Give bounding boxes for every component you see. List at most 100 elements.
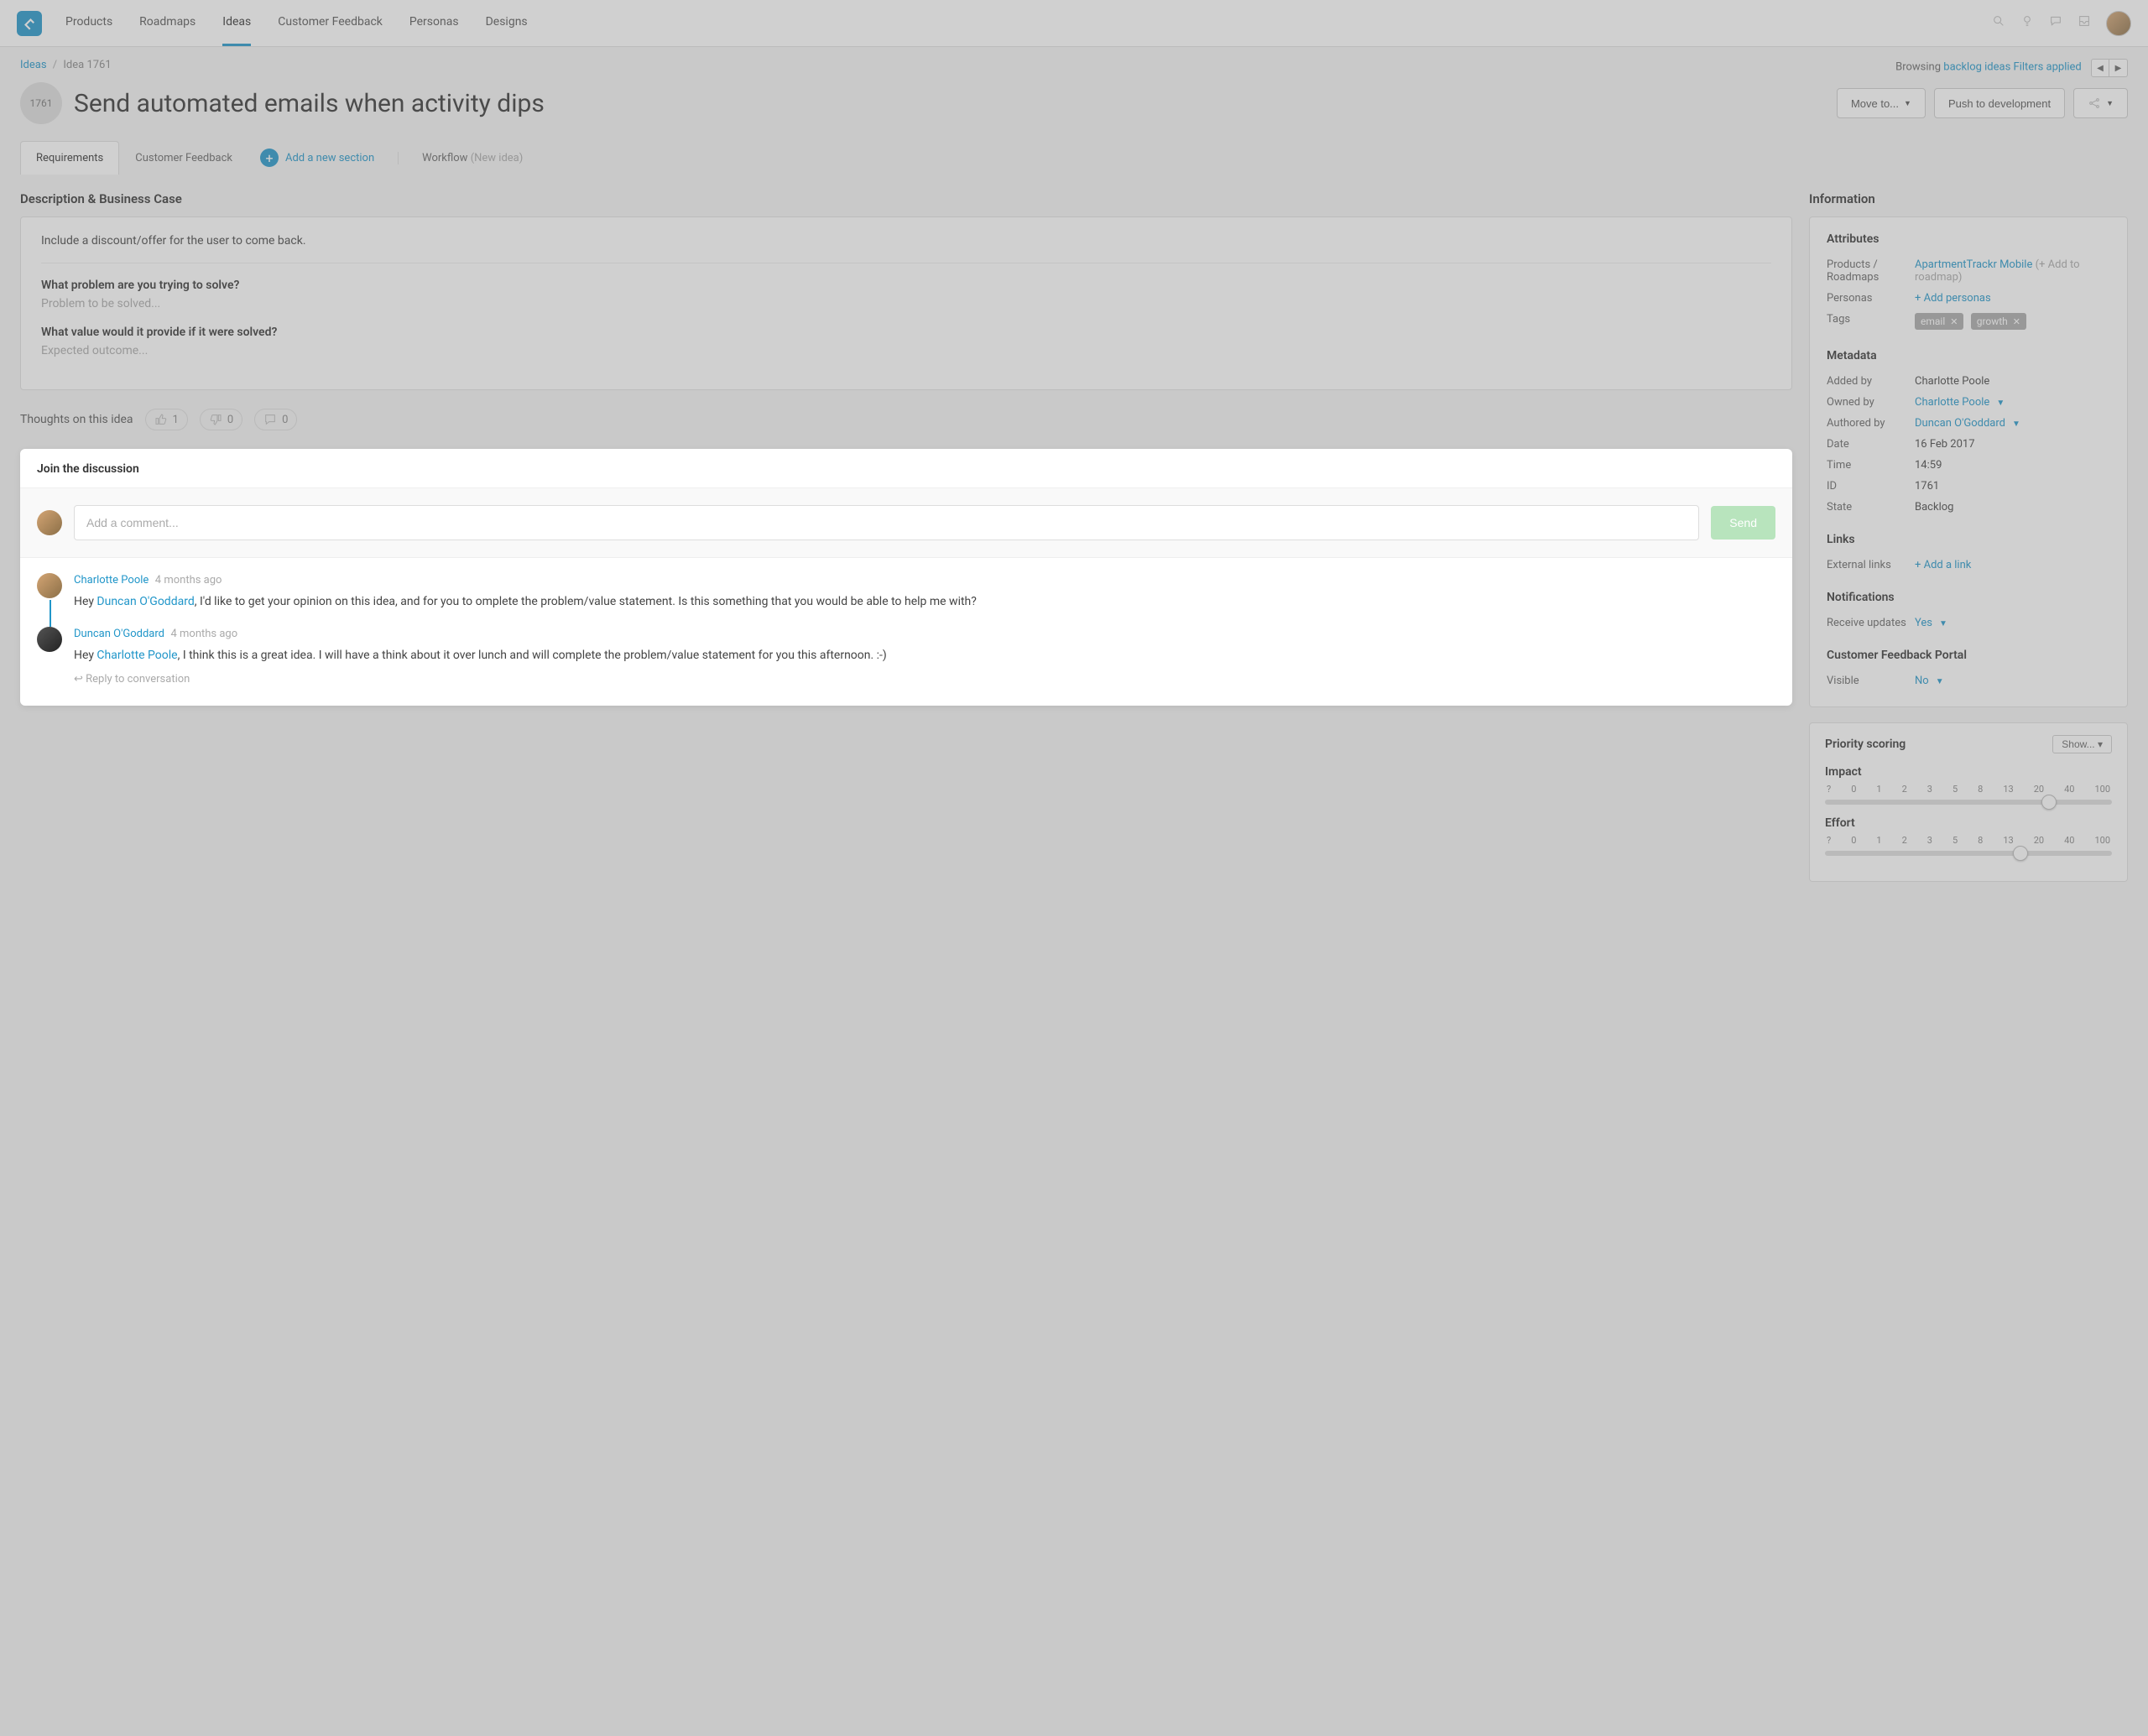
comments-count[interactable]: 0	[254, 409, 297, 430]
time-label: Time	[1827, 459, 1915, 472]
browsing-status: Browsing backlog ideas Filters applied ◀…	[1895, 59, 2128, 77]
reply-button[interactable]: ↩ Reply to conversation	[74, 673, 1775, 686]
comment-text: Hey Charlotte Poole, I think this is a g…	[74, 647, 1775, 665]
discussion-heading: Join the discussion	[20, 462, 1792, 487]
information-heading: Information	[1809, 191, 2128, 206]
thoughts-label: Thoughts on this idea	[20, 413, 133, 426]
notifications-heading: Notifications	[1827, 591, 2110, 604]
nav-designs[interactable]: Designs	[486, 0, 528, 46]
search-icon[interactable]	[1992, 14, 2005, 32]
comment-input[interactable]	[74, 505, 1699, 540]
comment-time: 4 months ago	[155, 574, 222, 586]
date-label: Date	[1827, 438, 1915, 451]
nav-items: Products Roadmaps Ideas Customer Feedbac…	[65, 0, 1992, 46]
value-question: What value would it provide if it were s…	[41, 326, 1771, 339]
pager-prev[interactable]: ◀	[2091, 59, 2109, 77]
add-link-button[interactable]: + Add a link	[1915, 559, 1971, 571]
comment-avatar	[37, 573, 62, 598]
tabs: Requirements Customer Feedback + Add a n…	[0, 141, 2148, 175]
idea-id-badge: 1761	[20, 82, 62, 124]
remove-tag-icon[interactable]: ✕	[1950, 316, 1958, 327]
state-label: State	[1827, 501, 1915, 514]
top-nav: Products Roadmaps Ideas Customer Feedbac…	[0, 0, 2148, 47]
state-value: Backlog	[1915, 501, 2110, 514]
tag-chip[interactable]: email✕	[1915, 313, 1963, 330]
user-avatar[interactable]	[2106, 11, 2131, 36]
receive-updates-label: Receive updates	[1827, 617, 1915, 629]
information-card: Attributes Products / Roadmaps Apartment…	[1809, 216, 2128, 707]
discussion-panel: Join the discussion Send Charlotte Poole…	[20, 449, 1792, 706]
id-value: 1761	[1915, 480, 2110, 493]
push-dev-button[interactable]: Push to development	[1934, 88, 2065, 118]
description-card: Include a discount/offer for the user to…	[20, 216, 1792, 390]
app-logo[interactable]	[17, 11, 42, 36]
effort-slider[interactable]	[1825, 851, 2112, 856]
impact-thumb[interactable]	[2041, 795, 2057, 810]
personas-label: Personas	[1827, 292, 1915, 305]
breadcrumb-root[interactable]: Ideas	[20, 59, 47, 71]
problem-question: What problem are you trying to solve?	[41, 279, 1771, 292]
value-placeholder[interactable]: Expected outcome...	[41, 344, 1771, 357]
added-by-value: Charlotte Poole	[1915, 375, 2110, 388]
browsing-link[interactable]: backlog ideas	[1943, 61, 2010, 74]
thumbs-down-icon	[209, 413, 222, 426]
upvote-button[interactable]: 1	[145, 409, 188, 430]
nav-personas[interactable]: Personas	[409, 0, 459, 46]
nav-ideas[interactable]: Ideas	[222, 0, 251, 46]
impact-slider[interactable]	[1825, 800, 2112, 805]
visible-dropdown[interactable]: No	[1915, 675, 1929, 687]
downvote-button[interactable]: 0	[200, 409, 242, 430]
products-label: Products / Roadmaps	[1827, 258, 1915, 284]
inbox-icon[interactable]	[2078, 14, 2091, 32]
comment-item: Duncan O'Goddard 4 months ago Hey Charlo…	[20, 612, 1792, 686]
nav-roadmaps[interactable]: Roadmaps	[139, 0, 196, 46]
current-user-avatar	[37, 510, 62, 535]
mention-link[interactable]: Duncan O'Goddard	[96, 595, 194, 608]
attributes-heading: Attributes	[1827, 232, 2110, 246]
effort-label: Effort	[1825, 816, 2112, 830]
move-to-button[interactable]: Move to...▼	[1837, 88, 1926, 118]
chevron-down-icon: ▼	[1904, 99, 1911, 107]
comment-icon	[263, 413, 277, 426]
plus-icon: +	[260, 149, 279, 167]
owned-by-dropdown[interactable]: Charlotte Poole	[1915, 396, 1989, 409]
visible-label: Visible	[1827, 675, 1915, 687]
product-link[interactable]: ApartmentTrackr Mobile	[1915, 258, 2032, 271]
priority-card: Priority scoring Show... ▾ Impact ?01235…	[1809, 722, 2128, 882]
add-section-button[interactable]: + Add a new section	[260, 149, 374, 167]
impact-ticks: ?012358132040100	[1825, 784, 2112, 795]
problem-placeholder[interactable]: Problem to be solved...	[41, 297, 1771, 310]
comment-item: Charlotte Poole 4 months ago Hey Duncan …	[20, 558, 1792, 612]
comment-author[interactable]: Duncan O'Goddard	[74, 628, 164, 640]
description-body[interactable]: Include a discount/offer for the user to…	[41, 234, 1771, 263]
workflow-indicator[interactable]: Workflow (New idea)	[398, 152, 523, 164]
authored-by-dropdown[interactable]: Duncan O'Goddard	[1915, 417, 2005, 430]
links-heading: Links	[1827, 533, 2110, 546]
send-button[interactable]: Send	[1711, 506, 1775, 540]
chat-icon[interactable]	[2049, 14, 2062, 32]
added-by-label: Added by	[1827, 375, 1915, 388]
pager-next[interactable]: ▶	[2109, 59, 2128, 77]
share-button[interactable]: ▼	[2073, 88, 2128, 118]
effort-thumb[interactable]	[2013, 846, 2028, 861]
thumbs-up-icon	[154, 413, 168, 426]
lightbulb-icon[interactable]	[2020, 14, 2034, 32]
receive-updates-dropdown[interactable]: Yes	[1915, 617, 1932, 629]
nav-products[interactable]: Products	[65, 0, 112, 46]
remove-tag-icon[interactable]: ✕	[2013, 316, 2020, 327]
tag-chip[interactable]: growth✕	[1971, 313, 2026, 330]
tab-customer-feedback[interactable]: Customer Feedback	[119, 141, 248, 175]
add-personas-link[interactable]: + Add personas	[1915, 292, 1991, 305]
filters-applied-link[interactable]: Filters applied	[2014, 61, 2082, 74]
time-value: 14:59	[1915, 459, 2110, 472]
nav-feedback[interactable]: Customer Feedback	[278, 0, 383, 46]
show-dropdown[interactable]: Show... ▾	[2052, 735, 2112, 753]
description-heading: Description & Business Case	[20, 191, 1792, 206]
comment-text: Hey Duncan O'Goddard, I'd like to get yo…	[74, 593, 1775, 612]
mention-link[interactable]: Charlotte Poole	[96, 649, 177, 662]
comment-author[interactable]: Charlotte Poole	[74, 574, 149, 586]
owned-by-label: Owned by	[1827, 396, 1915, 409]
tab-requirements[interactable]: Requirements	[20, 141, 119, 175]
portal-heading: Customer Feedback Portal	[1827, 649, 2110, 662]
external-links-label: External links	[1827, 559, 1915, 571]
